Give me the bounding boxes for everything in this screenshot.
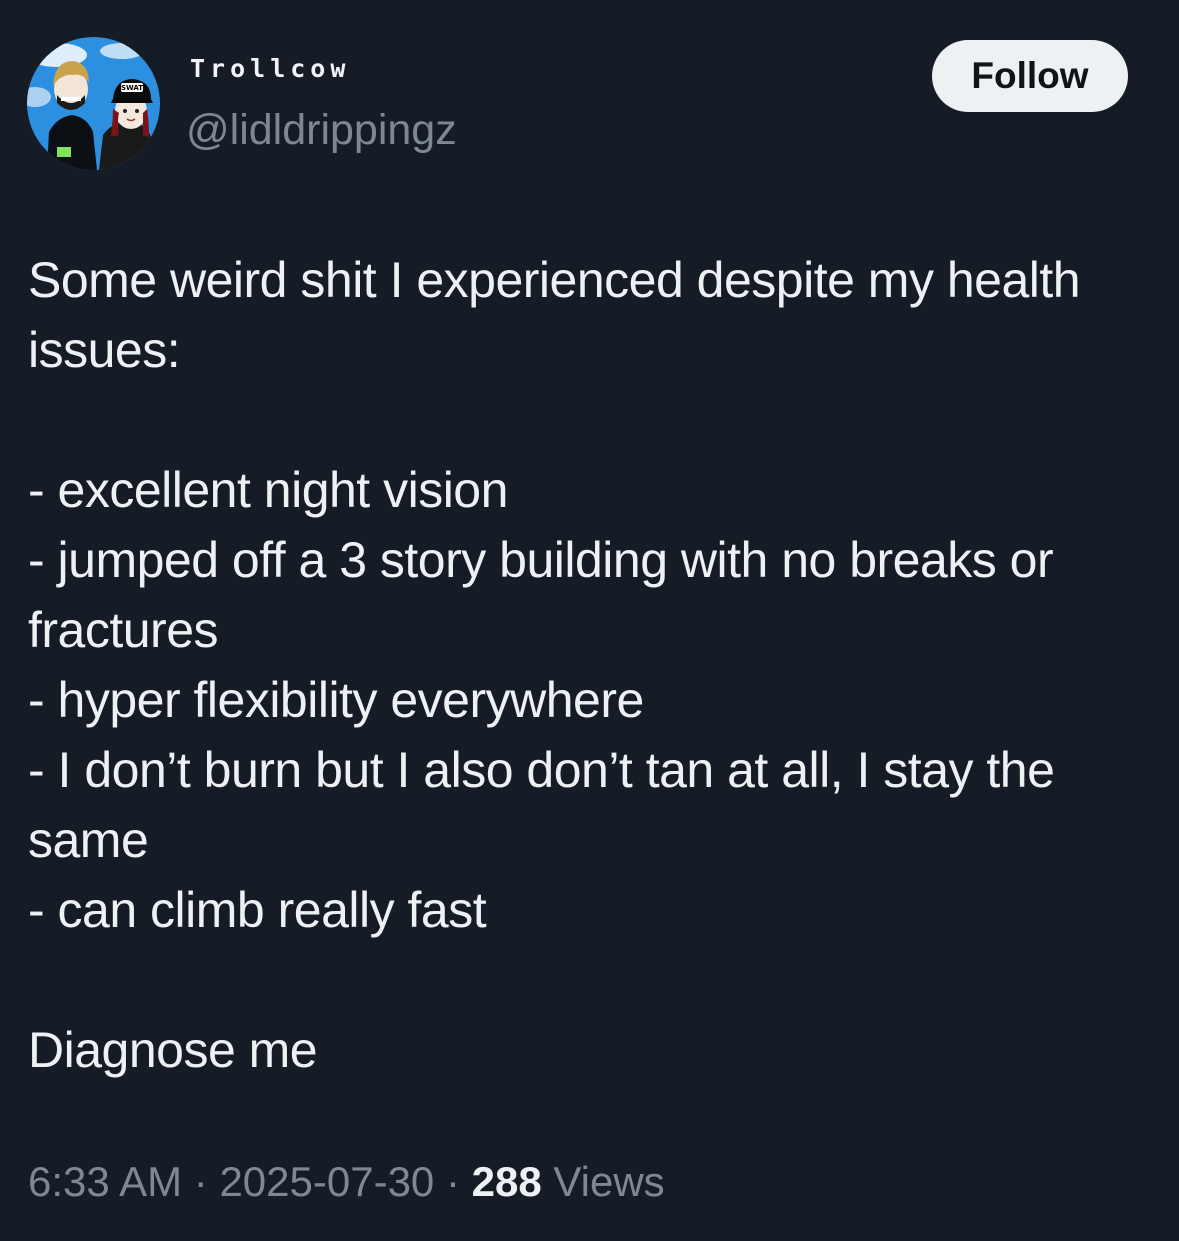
meta-separator: ·	[445, 1158, 460, 1205]
tweet-time[interactable]: 6:33 AM	[28, 1158, 182, 1205]
avatar-badge-text: SWAT	[121, 84, 143, 92]
list-item: - hyper flexibility everywhere	[28, 672, 644, 728]
tweet-intro-line: Some weird shit I experienced despite my…	[28, 252, 1081, 378]
author-handle[interactable]: @lidldrippingz	[186, 106, 457, 155]
tweet-meta: 6:33 AM · 2025-07-30 · 288 Views	[28, 1158, 665, 1206]
tweet-closing-line: Diagnose me	[28, 1022, 318, 1078]
views-count[interactable]: 288	[472, 1158, 542, 1205]
avatar-illustration: SWAT	[27, 37, 160, 170]
list-item: - excellent night vision	[28, 462, 508, 518]
list-item: - can climb really fast	[28, 882, 487, 938]
list-item: - jumped off a 3 story building with no …	[28, 532, 1054, 658]
tweet-card: SWAT Trollcow @lidldrippingz Follow Some…	[0, 0, 1179, 1241]
tweet-body: Some weird shit I experienced despite my…	[28, 245, 1153, 1085]
meta-separator: ·	[193, 1158, 208, 1205]
tweet-date[interactable]: 2025-07-30	[219, 1158, 434, 1205]
follow-button[interactable]: Follow	[932, 40, 1128, 112]
views-label: Views	[553, 1158, 665, 1205]
author-avatar[interactable]: SWAT	[27, 37, 160, 170]
author-display-name[interactable]: Trollcow	[190, 54, 350, 83]
list-item: - I don’t burn but I also don’t tan at a…	[28, 742, 1055, 868]
